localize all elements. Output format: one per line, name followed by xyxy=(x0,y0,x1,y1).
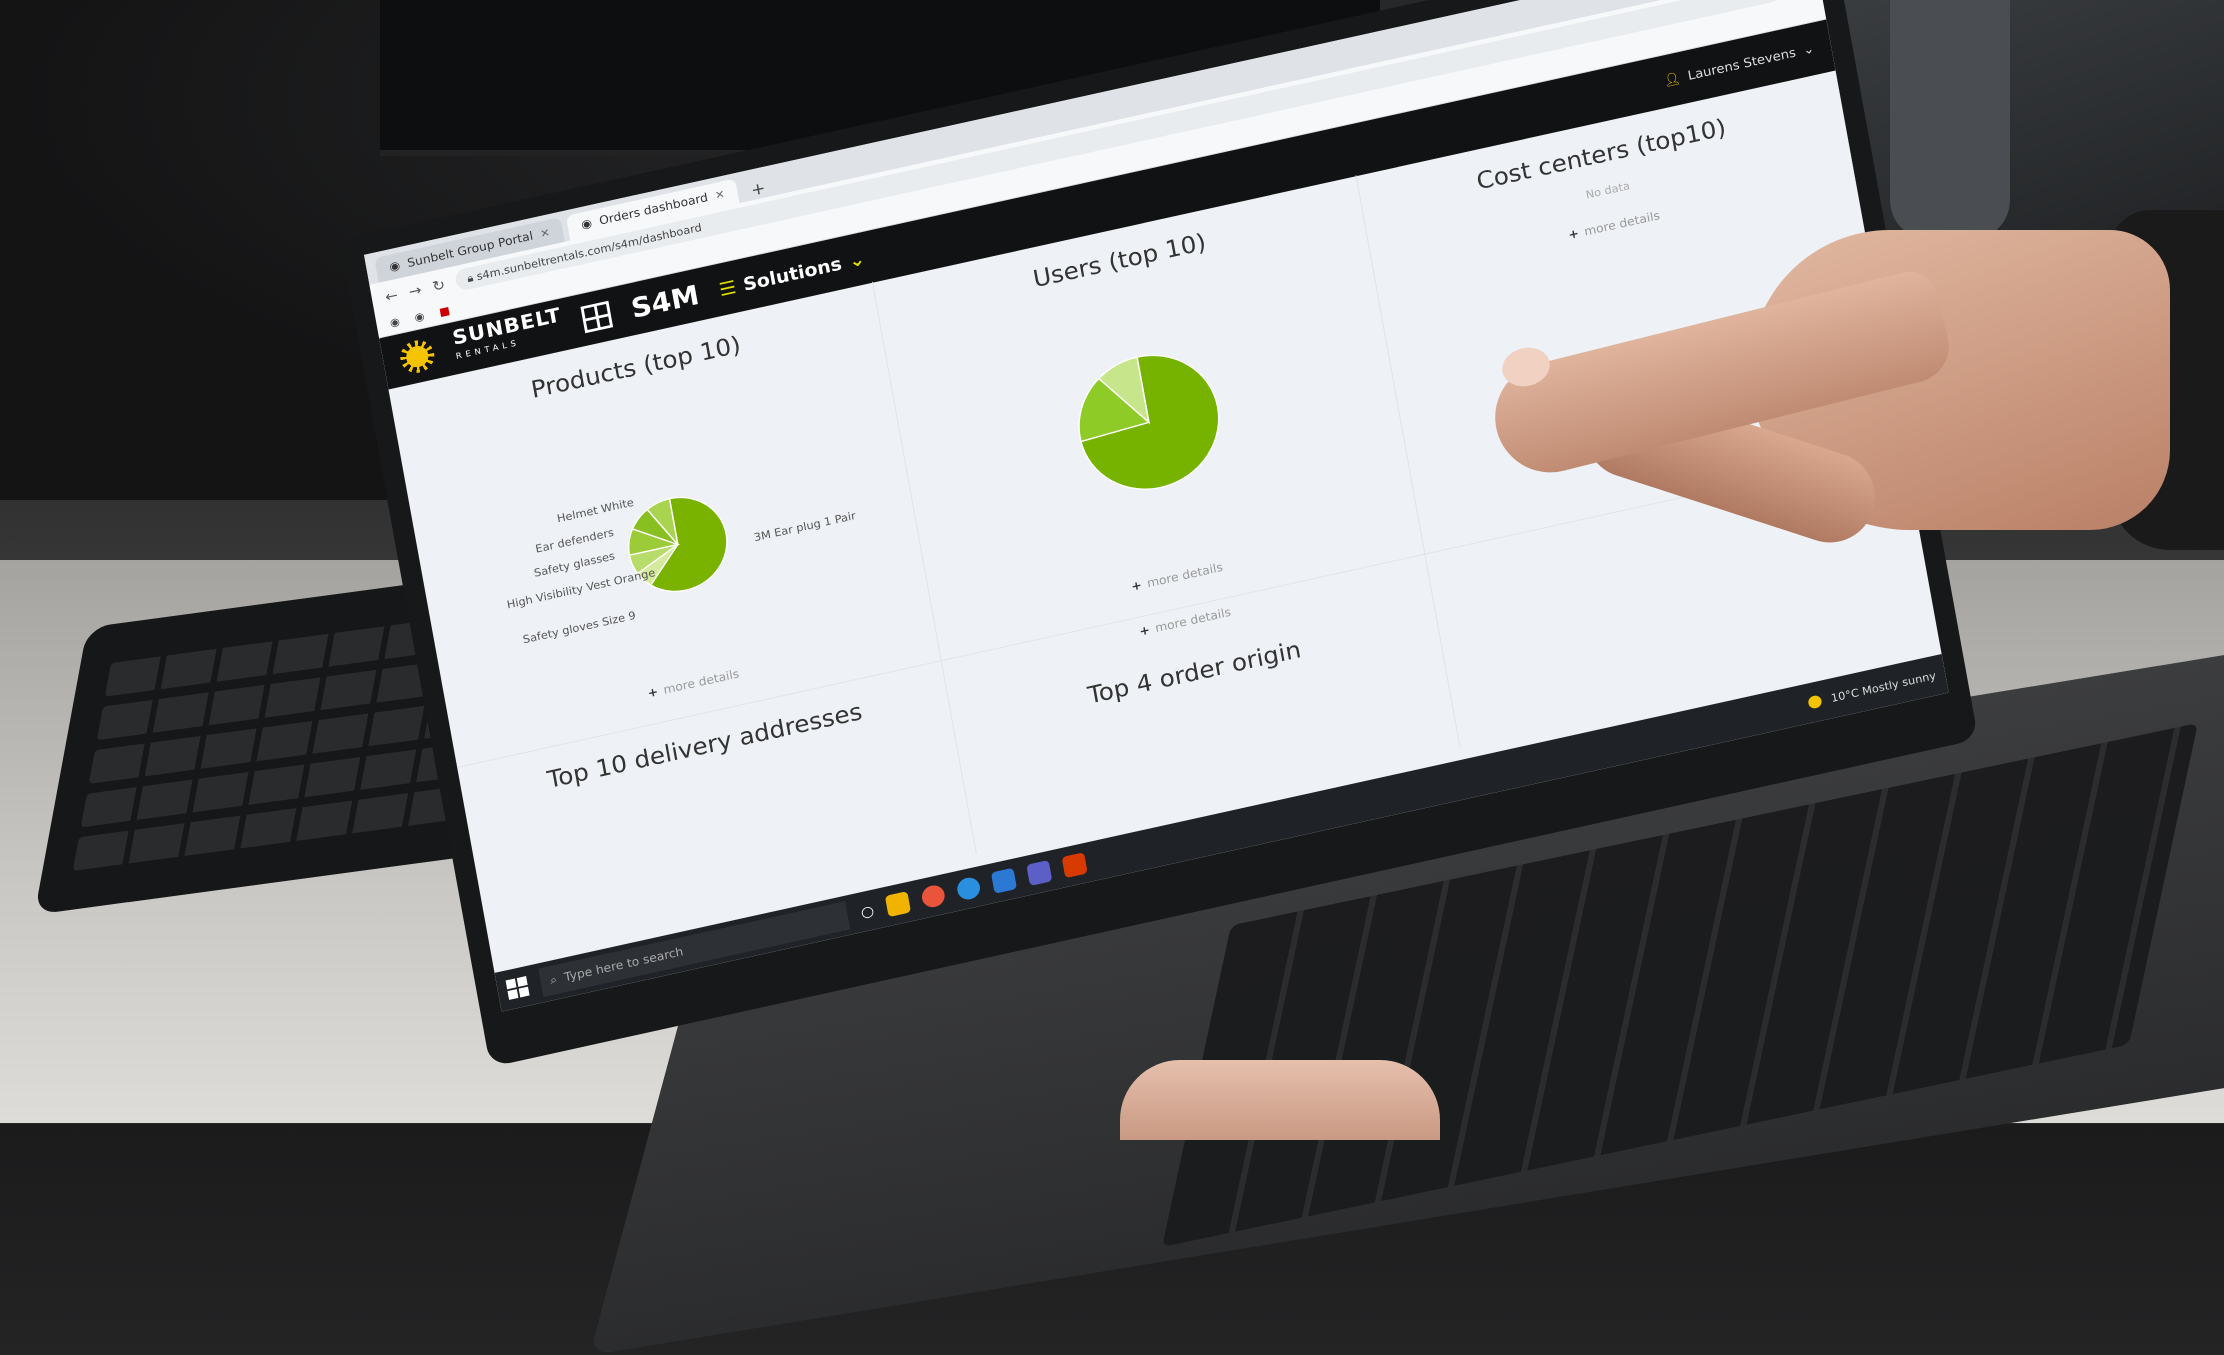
bookmark-icon[interactable]: ◉ xyxy=(413,310,425,324)
back-arrow-icon[interactable]: ← xyxy=(384,286,400,305)
forward-arrow-icon[interactable]: → xyxy=(407,281,423,300)
plus-icon: + xyxy=(1130,578,1143,595)
system-tray: 10°C Mostly sunny xyxy=(1807,669,1937,710)
reload-icon[interactable]: ↻ xyxy=(431,275,447,294)
file-explorer-icon[interactable] xyxy=(884,891,912,918)
chevron-down-icon: ⌄ xyxy=(1801,41,1816,59)
plus-icon: + xyxy=(646,685,660,701)
windows-start-icon[interactable] xyxy=(505,976,530,1000)
tab-close-icon[interactable]: ✕ xyxy=(539,226,551,240)
tab-favicon-icon: ◉ xyxy=(580,216,594,232)
search-placeholder: Type here to search xyxy=(563,944,685,985)
typing-hand xyxy=(1120,1060,1440,1140)
list-menu-icon: ☰ xyxy=(717,275,738,301)
product-logo: S4M xyxy=(628,279,702,325)
plus-icon: + xyxy=(1138,623,1152,640)
teams-icon[interactable] xyxy=(1026,859,1053,887)
lock-icon: 🔒︎ xyxy=(466,270,475,285)
more-label: more details xyxy=(1154,605,1233,636)
sunbelt-sun-logo-icon xyxy=(397,337,437,377)
person-icon: 👤︎ xyxy=(1662,71,1682,89)
tab-close-icon[interactable]: ✕ xyxy=(714,188,726,202)
bookmark-icon[interactable]: ◉ xyxy=(389,315,401,329)
outlook-icon[interactable] xyxy=(990,867,1018,894)
search-icon: ⌕ xyxy=(548,972,559,988)
bookmark-icon[interactable]: ■ xyxy=(438,304,451,319)
weather-text: 10°C Mostly sunny xyxy=(1830,669,1937,705)
solutions-label: Solutions xyxy=(741,252,844,296)
tab-favicon-icon: ◉ xyxy=(388,258,402,275)
edge-icon[interactable] xyxy=(955,875,982,902)
user-label: Laurens Stevens xyxy=(1686,45,1798,84)
s4m-logo-icon xyxy=(580,300,614,334)
pointing-hand xyxy=(1483,170,2224,580)
task-view-icon[interactable]: ○ xyxy=(859,901,875,921)
chrome-icon[interactable] xyxy=(920,883,947,910)
weather-sun-icon xyxy=(1807,694,1823,710)
chevron-down-icon: ⌄ xyxy=(847,247,867,273)
app-icon[interactable] xyxy=(1061,852,1088,879)
